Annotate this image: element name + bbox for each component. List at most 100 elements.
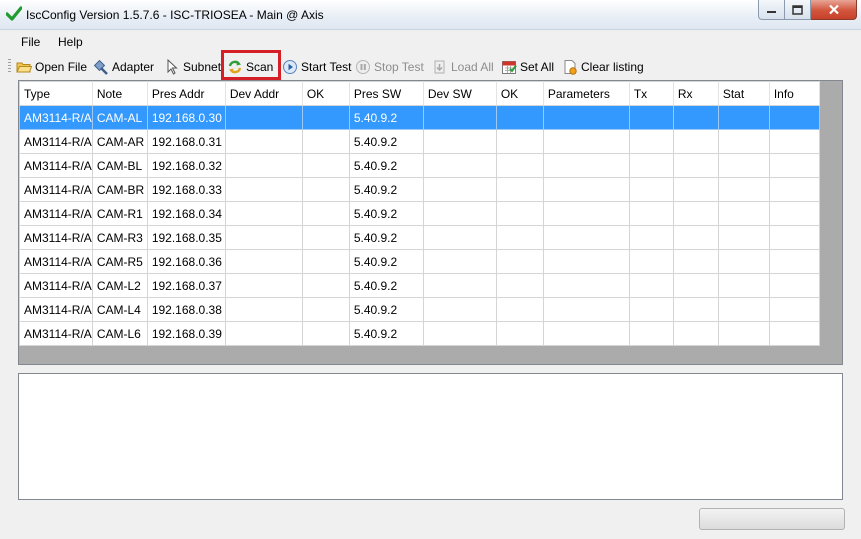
table-cell: CAM-R5 [91,249,148,274]
table-cell [422,297,497,322]
table-cell [717,273,770,298]
stop-test-label: Stop Test [374,59,424,74]
menu-bar: File Help [0,30,861,54]
adapter-button[interactable]: Adapter [93,56,154,77]
table-cell [422,177,497,202]
table-cell [495,105,544,130]
table-cell: 192.168.0.32 [146,153,226,178]
table-cell [224,225,303,250]
table-cell [542,153,630,178]
column-header[interactable]: OK [495,81,544,106]
table-cell [672,105,719,130]
table-cell [301,297,350,322]
table-cell: AM3114-R/A [19,201,93,226]
table-row[interactable]: AM3114-R/A CAM-L2 192.168.0.37 5.40.9.2 [19,273,820,298]
table-cell [628,249,674,274]
table-row[interactable]: AM3114-R/A CAM-AL 192.168.0.30 5.40.9.2 [19,105,820,130]
play-icon [283,59,297,74]
load-all-button[interactable]: Load All [432,56,494,77]
window-title: IscConfig Version 1.5.7.6 - ISC-TRIOSEA … [26,8,324,22]
table-cell [768,273,820,298]
column-header[interactable]: Pres SW [348,81,424,106]
table-cell [717,201,770,226]
maximize-button[interactable] [785,0,811,20]
table-cell [768,105,820,130]
table-cell [672,177,719,202]
table-cell [717,153,770,178]
start-test-label: Start Test [301,59,352,74]
table-cell [542,249,630,274]
table-row[interactable]: AM3114-R/A CAM-R1 192.168.0.34 5.40.9.2 [19,201,820,226]
table-cell: 192.168.0.37 [146,273,226,298]
table-cell [672,225,719,250]
device-grid[interactable]: Type Note Pres Addr Dev Addr OK Pres SW Dev SW… [18,80,843,365]
table-cell [224,201,303,226]
cursor-icon [167,58,178,75]
table-cell: 5.40.9.2 [348,321,424,346]
column-header[interactable]: Stat [717,81,770,106]
toolbar: Open File Adapter Subnet Scan Start Test [0,54,861,78]
table-cell: AM3114-R/A [19,321,93,346]
table-cell: 5.40.9.2 [348,153,424,178]
table-row[interactable]: AM3114-R/A CAM-R5 192.168.0.36 5.40.9.2 [19,249,820,274]
column-header[interactable]: Info [768,81,820,106]
column-header[interactable]: Rx [672,81,719,106]
start-test-button[interactable]: Start Test [282,56,351,77]
table-cell [224,177,303,202]
table-cell [495,249,544,274]
table-cell [224,249,303,274]
column-header[interactable]: Dev SW [422,81,497,106]
table-cell: 192.168.0.35 [146,225,226,250]
table-row[interactable]: AM3114-R/A CAM-R3 192.168.0.35 5.40.9.2 [19,225,820,250]
open-file-button[interactable]: Open File [16,56,87,77]
column-header[interactable]: Tx [628,81,674,106]
table-row[interactable]: AM3114-R/A CAM-BL 192.168.0.32 5.40.9.2 [19,153,820,178]
table-cell [301,177,350,202]
table-cell [542,321,630,346]
table-cell: AM3114-R/A [19,273,93,298]
table-cell [495,273,544,298]
table-row[interactable]: AM3114-R/A CAM-AR 192.168.0.31 5.40.9.2 [19,129,820,154]
clear-listing-button[interactable]: Clear listing [562,56,644,77]
stop-test-button[interactable]: Stop Test [355,56,424,77]
table-cell [717,225,770,250]
table-cell: CAM-R3 [91,225,148,250]
menu-help[interactable]: Help [58,35,83,49]
menu-file[interactable]: File [21,35,40,49]
clear-document-icon [564,59,577,75]
table-cell [717,105,770,130]
table-cell [628,153,674,178]
table-cell [224,105,303,130]
table-cell [422,105,497,130]
table-cell [628,273,674,298]
table-cell: 5.40.9.2 [348,177,424,202]
table-cell [672,297,719,322]
toolbar-grip[interactable] [8,59,11,73]
table-cell [495,297,544,322]
column-header[interactable]: Parameters [542,81,630,106]
calendar-icon [502,60,517,74]
close-button[interactable] [811,0,857,20]
table-cell [542,177,630,202]
table-cell [495,321,544,346]
table-cell: 5.40.9.2 [348,249,424,274]
minimize-button[interactable] [758,0,785,20]
column-header[interactable]: Type [19,81,93,106]
column-header[interactable]: OK [301,81,350,106]
table-row[interactable]: AM3114-R/A CAM-L4 192.168.0.38 5.40.9.2 [19,297,820,322]
column-header[interactable]: Pres Addr [146,81,226,106]
subnet-label: Subnet [183,59,222,74]
set-all-label: Set All [520,59,555,74]
table-row[interactable]: AM3114-R/A CAM-L6 192.168.0.39 5.40.9.2 [19,321,820,346]
table-cell: 5.40.9.2 [348,273,424,298]
table-row[interactable]: AM3114-R/A CAM-BR 192.168.0.33 5.40.9.2 [19,177,820,202]
subnet-button[interactable]: Subnet [164,56,221,77]
column-header[interactable]: Note [91,81,148,106]
set-all-button[interactable]: Set All [501,56,554,77]
window-controls [758,0,857,20]
log-panel[interactable] [18,373,843,500]
progress-bar [699,508,845,530]
table-cell [301,153,350,178]
column-header[interactable]: Dev Addr [224,81,303,106]
table-cell [301,201,350,226]
